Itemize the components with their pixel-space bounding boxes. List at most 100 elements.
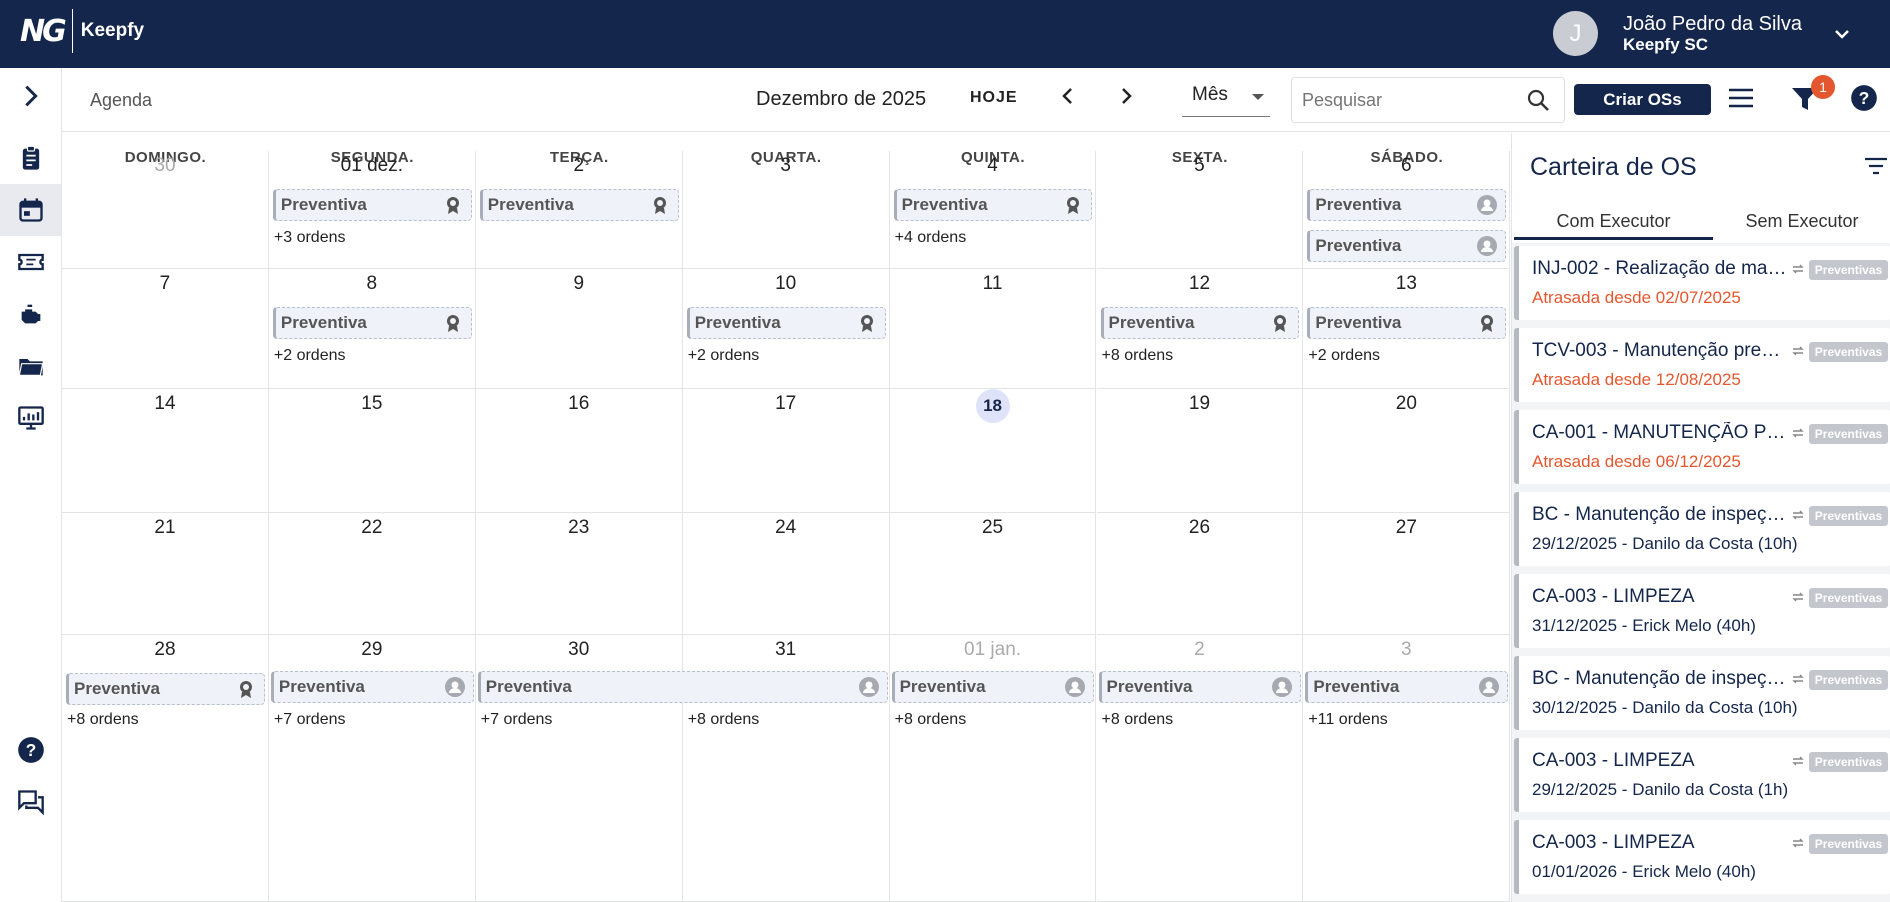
day-cell[interactable]: 25	[889, 513, 1097, 635]
day-number[interactable]: 01 jan.	[890, 639, 1096, 661]
tab-sem-executor[interactable]: Sem Executor	[1713, 211, 1890, 232]
day-number[interactable]: 6	[1303, 155, 1509, 177]
day-cell[interactable]: 2 Preventiva	[475, 151, 683, 269]
more-orders-link[interactable]: +2 ordens	[1308, 347, 1380, 365]
day-number[interactable]: 8	[269, 273, 475, 295]
day-cell[interactable]: 7	[62, 269, 269, 389]
user-menu[interactable]: J João Pedro da Silva Keepfy SC	[1552, 11, 1850, 56]
day-number[interactable]: 13	[1303, 273, 1509, 295]
today-day-number[interactable]: 18	[890, 389, 1096, 423]
engine-icon[interactable]	[0, 288, 61, 340]
help-icon[interactable]: ?	[0, 724, 61, 776]
day-number[interactable]: 9	[476, 273, 682, 295]
day-cell[interactable]: 27	[1303, 513, 1511, 635]
day-number[interactable]: 23	[476, 517, 682, 539]
day-number[interactable]: 28	[62, 639, 268, 661]
breadcrumb[interactable]: Agenda	[90, 90, 152, 111]
day-cell[interactable]: 19	[1096, 389, 1304, 513]
chevron-left-icon[interactable]	[1060, 86, 1074, 112]
monitor-chart-icon[interactable]	[0, 392, 61, 444]
day-number[interactable]: 24	[683, 517, 889, 539]
day-cell[interactable]: 21	[62, 513, 269, 635]
chevron-right-icon[interactable]	[0, 70, 61, 122]
day-cell[interactable]: 16	[475, 389, 683, 513]
day-number[interactable]: 16	[476, 393, 682, 415]
event-chip[interactable]: Preventiva	[270, 671, 474, 703]
day-number[interactable]: 4	[890, 155, 1096, 177]
os-card[interactable]: CA-001 - MANUTENÇÃO PREVENTIVA Atrasada d…	[1514, 410, 1890, 484]
day-cell[interactable]: 8 Preventiva +2 ordens	[268, 269, 476, 389]
day-number[interactable]: 27	[1303, 517, 1509, 539]
event-chip[interactable]: Preventiva	[1307, 189, 1507, 221]
day-cell[interactable]: 14	[62, 389, 269, 513]
day-number[interactable]: 11	[890, 273, 1096, 295]
day-cell[interactable]: 5	[1096, 151, 1304, 269]
create-os-button[interactable]: Criar OSs	[1574, 84, 1711, 115]
event-chip[interactable]: Preventiva	[686, 307, 886, 339]
day-number[interactable]: 20	[1303, 393, 1509, 415]
event-chip[interactable]: Preventiva	[1098, 671, 1302, 703]
today-button[interactable]: HOJE	[970, 89, 1018, 107]
day-cell[interactable]: 6 Preventiva Preventiva	[1303, 151, 1511, 269]
day-cell[interactable]: 30	[62, 151, 269, 269]
day-cell[interactable]: 13 Preventiva +2 ordens	[1303, 269, 1511, 389]
day-number[interactable]: 7	[62, 273, 268, 295]
os-card[interactable]: CA-003 - LIMPEZA 31/12/2025 - Erick Melo …	[1514, 574, 1890, 648]
day-number[interactable]: 22	[269, 517, 475, 539]
search-box[interactable]	[1291, 77, 1565, 123]
day-number[interactable]: 17	[683, 393, 889, 415]
day-number[interactable]: 2	[476, 155, 682, 177]
day-cell[interactable]: 11	[889, 269, 1097, 389]
more-orders-link[interactable]: +8 ordens	[688, 711, 760, 729]
event-chip[interactable]: Preventiva	[66, 673, 265, 705]
more-orders-link[interactable]: +8 ordens	[1102, 347, 1174, 365]
folder-icon[interactable]	[0, 340, 61, 392]
day-cell[interactable]: 23	[475, 513, 683, 635]
day-number[interactable]: 19	[1097, 393, 1303, 415]
more-orders-link[interactable]: +2 ordens	[274, 347, 346, 365]
os-card[interactable]: BC - Manutenção de inspeção 30/12/2025 - …	[1514, 656, 1890, 730]
day-number[interactable]: 21	[62, 517, 268, 539]
day-number[interactable]: 01 dez.	[269, 155, 475, 177]
view-select[interactable]: Mês	[1182, 84, 1270, 117]
day-cell[interactable]: 12 Preventiva +8 ordens	[1096, 269, 1304, 389]
day-cell[interactable]: 15	[268, 389, 476, 513]
more-orders-link[interactable]: +8 ordens	[67, 711, 139, 729]
more-orders-link[interactable]: +3 ordens	[274, 229, 346, 247]
day-number[interactable]: 30	[476, 639, 682, 661]
day-number[interactable]: 29	[269, 639, 475, 661]
event-chip[interactable]: Preventiva	[893, 189, 1093, 221]
os-card[interactable]: INJ-002 - Realização de manutenção preve…	[1514, 246, 1890, 320]
clipboard-icon[interactable]	[0, 132, 61, 184]
day-cell[interactable]: 4 Preventiva +4 ordens	[889, 151, 1097, 269]
day-number[interactable]: 12	[1097, 273, 1303, 295]
more-orders-link[interactable]: +7 ordens	[274, 711, 346, 729]
day-number[interactable]: 5	[1097, 155, 1303, 177]
event-chip[interactable]: Preventiva	[1305, 671, 1509, 703]
day-number[interactable]: 2	[1097, 639, 1303, 661]
more-orders-link[interactable]: +8 ordens	[1102, 711, 1174, 729]
avatar[interactable]: J	[1552, 11, 1598, 56]
more-orders-link[interactable]: +7 ordens	[481, 711, 553, 729]
day-cell[interactable]: 22	[268, 513, 476, 635]
more-orders-link[interactable]: +2 ordens	[688, 347, 760, 365]
day-cell[interactable]: 9	[475, 269, 683, 389]
day-number[interactable]: 10	[683, 273, 889, 295]
day-number[interactable]: 31	[683, 639, 889, 661]
help-icon[interactable]: ?	[1850, 84, 1878, 117]
more-orders-link[interactable]: +11 ordens	[1308, 711, 1387, 729]
event-chip[interactable]: Preventiva	[272, 307, 472, 339]
ticket-icon[interactable]	[0, 236, 61, 288]
day-number[interactable]: 30	[62, 155, 268, 177]
chevron-down-icon[interactable]	[1834, 23, 1850, 44]
day-number[interactable]: 3	[683, 155, 889, 177]
os-card[interactable]: BC - Manutenção de inspeção 29/12/2025 - …	[1514, 492, 1890, 566]
day-cell[interactable]: 01 dez. Preventiva +3 ordens	[268, 151, 476, 269]
day-cell[interactable]: 26	[1096, 513, 1304, 635]
search-icon[interactable]	[1526, 88, 1550, 117]
calendar-icon[interactable]	[0, 184, 61, 236]
more-orders-link[interactable]: +4 ordens	[895, 229, 967, 247]
chevron-right-icon[interactable]	[1120, 86, 1134, 112]
tab-com-executor[interactable]: Com Executor	[1514, 211, 1713, 240]
day-cell[interactable]: 10 Preventiva +2 ordens	[682, 269, 890, 389]
